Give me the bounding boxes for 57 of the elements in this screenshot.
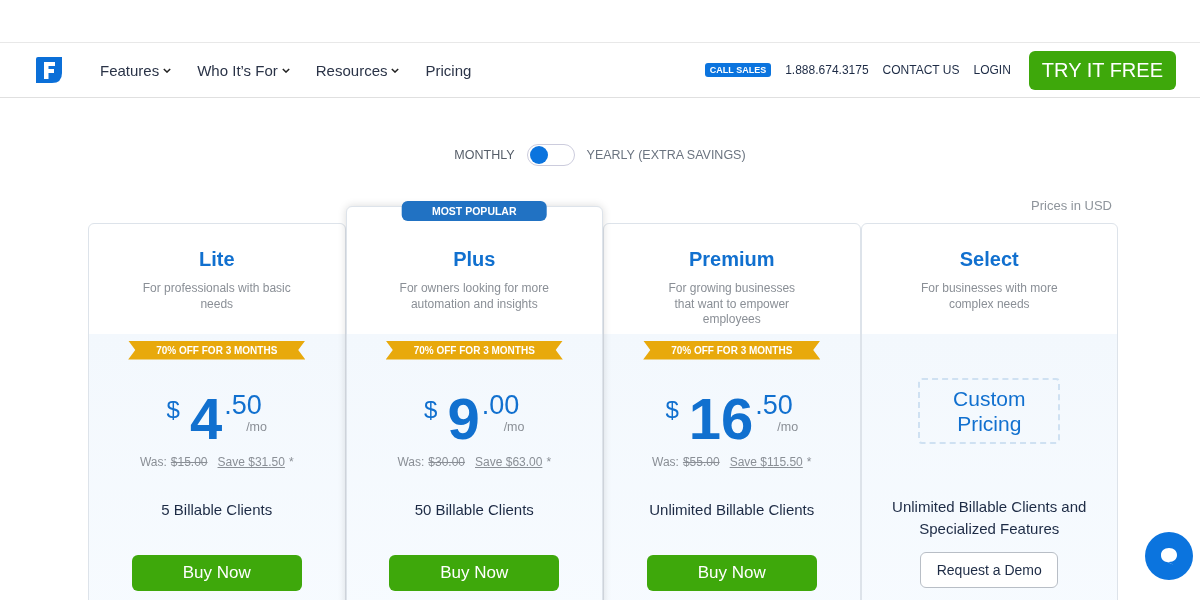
- nav-link[interactable]: Resources: [315, 61, 400, 79]
- plan-description: For growing businesses that want to empower employees: [667, 281, 797, 328]
- price-amount: 9: [447, 390, 480, 448]
- price-cents: .00: [481, 390, 521, 420]
- client-limit: Unlimited Billable Clients: [648, 500, 816, 520]
- phone-link[interactable]: 1.888.674.3175: [785, 63, 869, 77]
- currency-note: Prices in USD: [1031, 198, 1112, 213]
- nav-link[interactable]: Pricing: [425, 61, 472, 79]
- yearly-label: YEARLY (EXTRA SAVINGS): [586, 148, 746, 162]
- plan-description: For businesses with more complex needs: [919, 281, 1059, 312]
- price-cents: .50: [224, 390, 263, 420]
- price-period: /mo: [777, 420, 799, 434]
- chevron-down-icon: [163, 67, 172, 73]
- login-link[interactable]: LOGIN: [973, 63, 1011, 77]
- was-label: Was:: [139, 455, 167, 469]
- plan-description: For owners looking for more automation and insights: [399, 281, 550, 312]
- plan-name: Premium: [687, 248, 776, 271]
- price-amount: 4: [189, 390, 223, 448]
- price-period: /mo: [503, 420, 525, 434]
- currency-symbol: $: [665, 396, 679, 424]
- price-amount: 16: [688, 390, 754, 448]
- old-price: $30.00: [428, 455, 465, 469]
- plan-name: Select: [958, 248, 1020, 271]
- plan-name: Lite: [197, 248, 236, 271]
- client-limit: 50 Billable Clients: [413, 500, 535, 520]
- chevron-down-icon: [281, 67, 290, 73]
- chevron-down-icon: [391, 67, 400, 73]
- price-period: /mo: [246, 420, 267, 434]
- nav-link[interactable]: Features: [100, 61, 172, 79]
- client-limit: 5 Billable Clients: [160, 500, 274, 520]
- call-sales-badge: CALL SALES: [704, 63, 772, 77]
- discount-ribbon: 70% OFF FOR 3 MONTHS: [128, 340, 306, 360]
- billing-toggle[interactable]: [526, 144, 575, 166]
- monthly-label: MONTHLY: [454, 148, 515, 162]
- currency-symbol: $: [424, 396, 438, 424]
- discount-ribbon: 70% OFF FOR 3 MONTHS: [643, 340, 821, 360]
- plan-button[interactable]: Request a Demo: [920, 552, 1059, 588]
- old-price: $55.00: [682, 455, 720, 469]
- popular-badge: MOST POPULAR: [401, 201, 547, 221]
- plan-description: For professionals with basic needs: [141, 281, 292, 312]
- was-label: Was:: [397, 455, 425, 469]
- currency-symbol: $: [166, 396, 180, 424]
- price-cents: .50: [755, 390, 794, 420]
- discount-ribbon: 70% OFF FOR 3 MONTHS: [385, 340, 563, 360]
- footnote-mark: *: [288, 455, 294, 469]
- nav-link[interactable]: Who It’s For: [197, 61, 290, 79]
- footnote-mark: *: [546, 455, 552, 469]
- logo-icon[interactable]: [34, 55, 64, 85]
- contact-link[interactable]: CONTACT US: [882, 63, 960, 77]
- speech-bubble-icon: [1159, 546, 1179, 566]
- footnote-mark: *: [806, 455, 812, 469]
- plan-name: Plus: [452, 248, 497, 271]
- was-label: Was:: [652, 455, 679, 469]
- old-price: $15.00: [170, 455, 208, 469]
- custom-pricing-box: Custom Pricing: [918, 378, 1061, 444]
- chat-button[interactable]: [1145, 532, 1193, 580]
- client-limit: Unlimited Billable Clients and Specialized Features: [891, 497, 1088, 539]
